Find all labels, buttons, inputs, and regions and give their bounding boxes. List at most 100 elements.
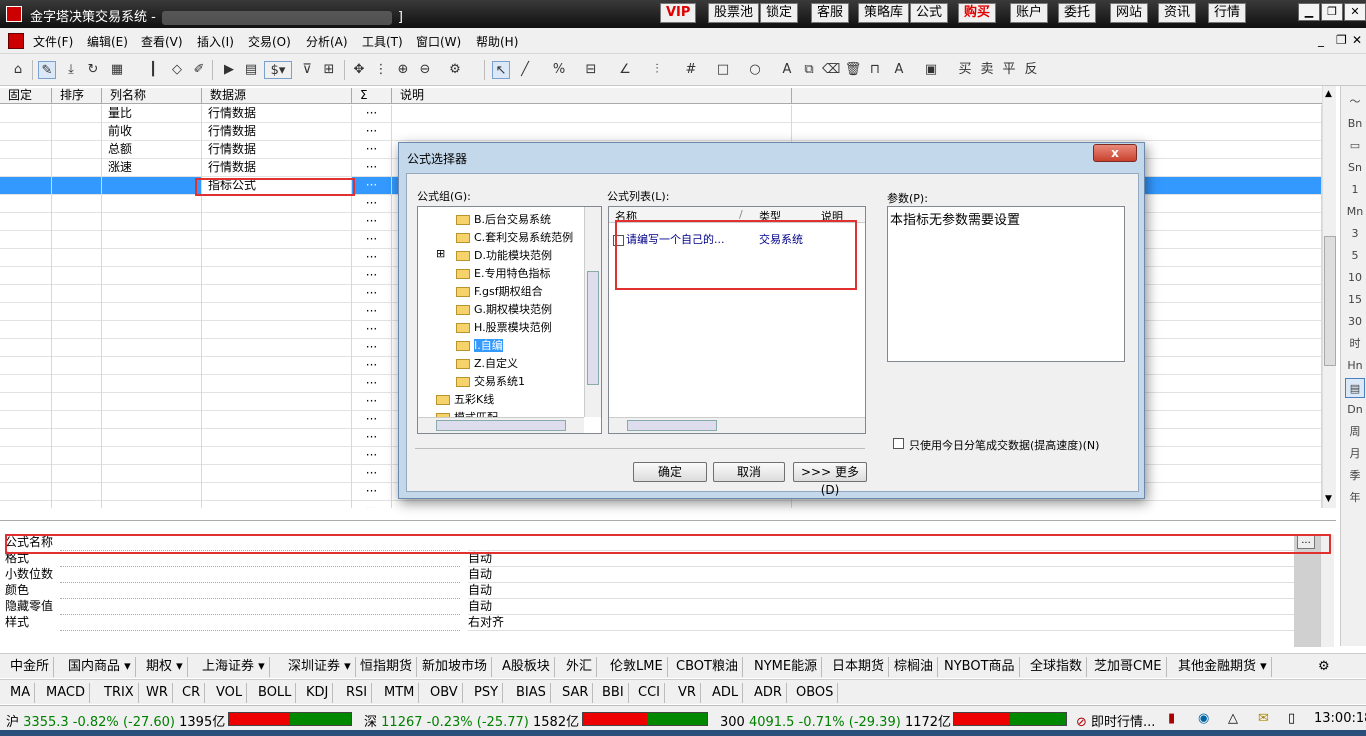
cell-column-name[interactable] — [102, 285, 202, 303]
cell-sigma[interactable]: ··· — [352, 339, 392, 357]
cell-sort[interactable] — [52, 375, 102, 393]
cell-sort[interactable] — [52, 357, 102, 375]
mdi-restore-button[interactable]: ❐ — [1336, 33, 1347, 47]
save-template-icon[interactable]: ▣ — [922, 61, 940, 79]
cell-sigma[interactable]: ··· — [352, 393, 392, 411]
period-button[interactable]: 15 — [1345, 290, 1365, 310]
market-tab[interactable]: 国内商品 ▾ — [64, 657, 136, 677]
indicator-tab[interactable]: PSY — [470, 683, 504, 703]
market-tab[interactable]: 日本期货 — [828, 657, 890, 677]
header-description[interactable]: 说明 — [392, 88, 792, 104]
market-tab[interactable]: CBOT粮油 — [672, 657, 743, 677]
move-icon[interactable]: ✥ — [350, 61, 368, 79]
cell-sigma[interactable]: ··· — [352, 375, 392, 393]
cell-sort[interactable] — [52, 177, 102, 195]
calculator-icon[interactable]: ⊞ — [320, 61, 338, 79]
indicator-tab[interactable]: VR — [674, 683, 701, 703]
percent-tool-icon[interactable]: % — [550, 61, 568, 79]
cell-sort[interactable] — [52, 303, 102, 321]
list-hscroll-thumb[interactable] — [627, 420, 717, 431]
header-sort[interactable]: 排序 — [52, 88, 102, 104]
cell-data-source[interactable] — [202, 483, 352, 501]
cell-column-name[interactable] — [102, 393, 202, 411]
cell-column-name[interactable] — [102, 231, 202, 249]
tree-scroll-thumb[interactable] — [587, 271, 599, 385]
rectangle-tool-icon[interactable]: □ — [714, 61, 732, 79]
cell-data-source[interactable] — [202, 249, 352, 267]
layout-grid-icon[interactable]: ▦ — [108, 61, 126, 79]
cell-sort[interactable] — [52, 501, 102, 508]
lock-icon[interactable]: ⊓ — [866, 61, 884, 79]
reverse-mark-icon[interactable]: 反 — [1022, 61, 1040, 79]
cell-sigma[interactable]: ··· — [352, 357, 392, 375]
line-tool-icon[interactable]: ╱ — [516, 61, 534, 79]
cell-data-source[interactable] — [202, 393, 352, 411]
eraser-icon[interactable]: ⌫ — [822, 61, 840, 79]
tree-item[interactable]: B.后台交易系统 — [456, 211, 551, 227]
market-tab[interactable]: 新加坡市场 — [418, 657, 493, 677]
cell-fixed[interactable] — [0, 195, 52, 213]
cell-column-name[interactable] — [102, 213, 202, 231]
period-button[interactable]: Dn — [1345, 400, 1365, 420]
filter-icon[interactable]: ⊽ — [298, 61, 316, 79]
cell-sigma[interactable]: ··· — [352, 105, 392, 123]
cell-description[interactable] — [392, 501, 792, 508]
period-button[interactable]: ▭ — [1345, 136, 1365, 156]
order-button[interactable]: 委托 — [1058, 3, 1097, 23]
period-button[interactable]: 年 — [1345, 488, 1365, 508]
cell-fixed[interactable] — [0, 465, 52, 483]
cell-filler[interactable] — [792, 501, 1322, 508]
cell-sort[interactable] — [52, 429, 102, 447]
cell-sort[interactable] — [52, 195, 102, 213]
menu-analysis[interactable]: 分析(A) — [306, 33, 348, 50]
cell-column-name[interactable]: 量比 — [102, 105, 202, 123]
scroll-thumb[interactable] — [1324, 236, 1336, 366]
cell-fixed[interactable] — [0, 105, 52, 123]
market-tab[interactable]: 全球指数 — [1026, 657, 1088, 677]
scroll-up-icon[interactable]: ▲ — [1325, 89, 1332, 99]
property-value[interactable]: 右对齐 — [468, 615, 1294, 631]
network-icon[interactable]: ◉ — [1198, 711, 1209, 726]
indicator-tab[interactable]: ADR — [750, 683, 787, 703]
period-button[interactable]: 季 — [1345, 466, 1365, 486]
cell-sigma[interactable]: ··· — [352, 123, 392, 141]
cell-column-name[interactable]: 涨速 — [102, 159, 202, 177]
cell-column-name[interactable] — [102, 195, 202, 213]
news-button[interactable]: 资讯 — [1158, 3, 1197, 23]
market-tab[interactable]: 恒指期货 — [356, 657, 418, 677]
indicator-tab[interactable]: BIAS — [512, 683, 551, 703]
tree-item[interactable]: ⊞ D.功能模块范例 — [436, 247, 552, 263]
service-button[interactable]: 客服 — [811, 3, 850, 23]
cell-sigma[interactable]: ··· — [352, 141, 392, 159]
fib-tool-icon[interactable]: ⊟ — [582, 61, 600, 79]
tree-item[interactable]: 交易系统1 — [456, 373, 525, 389]
cell-fixed[interactable] — [0, 411, 52, 429]
dollar-icon[interactable]: $▾ — [264, 61, 292, 79]
cell-sort[interactable] — [52, 483, 102, 501]
lock-button[interactable]: 锁定 — [760, 3, 799, 23]
cell-fixed[interactable] — [0, 447, 52, 465]
market-tab[interactable]: 上海证券 ▾ — [198, 657, 270, 677]
indicator-tab[interactable]: KDJ — [302, 683, 334, 703]
grid-tool-icon[interactable]: # — [682, 61, 700, 79]
tree-item[interactable]: H.股票模块范例 — [456, 319, 552, 335]
cell-data-source[interactable] — [202, 195, 352, 213]
stock-pool-button[interactable]: 股票池 — [708, 3, 760, 23]
channel-tool-icon[interactable]: ⫶ — [648, 61, 666, 79]
cell-sort[interactable] — [52, 393, 102, 411]
table-row[interactable]: 量比 行情数据 ··· — [0, 105, 1322, 123]
cell-data-source[interactable] — [202, 501, 352, 508]
menu-file[interactable]: 文件(F) — [33, 33, 73, 50]
cell-column-name[interactable] — [102, 177, 202, 195]
cell-fixed[interactable] — [0, 213, 52, 231]
dialog-close-button[interactable]: x — [1093, 144, 1137, 162]
cell-sigma[interactable]: ··· — [352, 285, 392, 303]
pencil-icon[interactable]: ✎ — [38, 61, 56, 79]
cell-sigma[interactable]: ··· — [352, 411, 392, 429]
indicator-tab[interactable]: SAR — [558, 683, 594, 703]
menu-trade[interactable]: 交易(O) — [248, 33, 291, 50]
indicator-tab[interactable]: OBOS — [792, 683, 839, 703]
cell-column-name[interactable]: 总额 — [102, 141, 202, 159]
cell-data-source[interactable] — [202, 357, 352, 375]
sell-mark-icon[interactable]: 卖 — [978, 61, 996, 79]
